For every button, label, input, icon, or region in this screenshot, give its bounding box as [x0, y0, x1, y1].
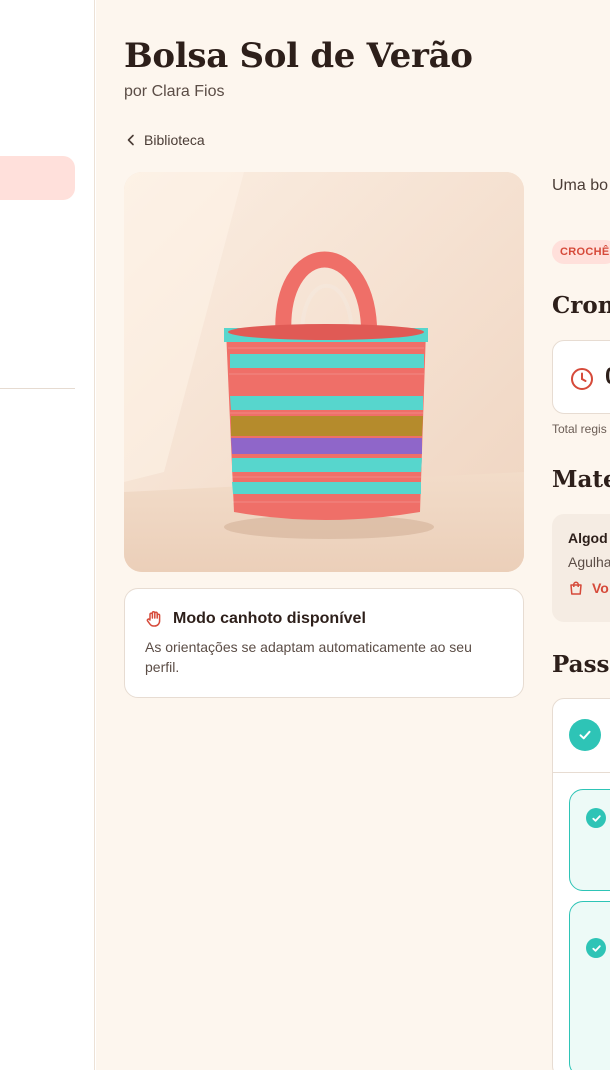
- sidebar-active-item[interactable]: [0, 156, 75, 200]
- clock-icon: [571, 368, 593, 390]
- left-handed-mode-card: Modo canhoto disponível As orientações s…: [124, 588, 524, 698]
- step-item[interactable]: [569, 901, 610, 1070]
- pattern-description: Uma bo passeio: [552, 177, 610, 194]
- shopping-bag-icon: [570, 581, 582, 595]
- timer-section-title: Cron: [552, 292, 610, 319]
- pattern-photo: [124, 172, 524, 572]
- material-shop-link[interactable]: Vo: [568, 580, 610, 596]
- timer-card[interactable]: 0: [552, 340, 610, 414]
- check-icon: [586, 938, 606, 958]
- material-link-label: Vo: [592, 580, 609, 596]
- author-byline: por Clara Fios: [124, 83, 225, 100]
- left-handed-title: Modo canhoto disponível: [173, 610, 366, 627]
- back-link-label: Biblioteca: [144, 132, 205, 148]
- timer-caption: Total regis: [552, 422, 607, 436]
- timer-value: 0: [605, 363, 610, 391]
- pattern-detail: Bolsa Sol de Verão por Clara Fios Biblio…: [96, 0, 610, 1070]
- sidebar-divider: [0, 388, 75, 389]
- material-card: Algod Agulha Vo: [552, 514, 610, 622]
- crochet-bag-image: [124, 172, 524, 572]
- check-icon: [569, 719, 601, 751]
- material-name: Algod: [568, 530, 608, 546]
- material-needle: Agulha: [568, 554, 610, 570]
- pattern-info-column: Uma bo passeio CROCHÊ Cron 0 Total regis…: [552, 0, 610, 1070]
- step-item[interactable]: [569, 789, 610, 891]
- back-to-library-link[interactable]: Biblioteca: [124, 132, 205, 148]
- steps-panel: [552, 698, 610, 1070]
- steps-header[interactable]: [553, 699, 610, 773]
- left-handed-description: As orientações se adaptam automaticament…: [145, 639, 472, 675]
- hand-icon: [146, 611, 161, 627]
- steps-section-title: Passo: [552, 651, 610, 678]
- sidebar: [0, 0, 95, 1070]
- craft-tag: CROCHÊ: [552, 240, 610, 264]
- materials-section-title: Mate: [552, 466, 610, 493]
- page-title: Bolsa Sol de Verão: [124, 36, 473, 76]
- chevron-left-icon: [127, 134, 134, 146]
- check-icon: [586, 808, 606, 828]
